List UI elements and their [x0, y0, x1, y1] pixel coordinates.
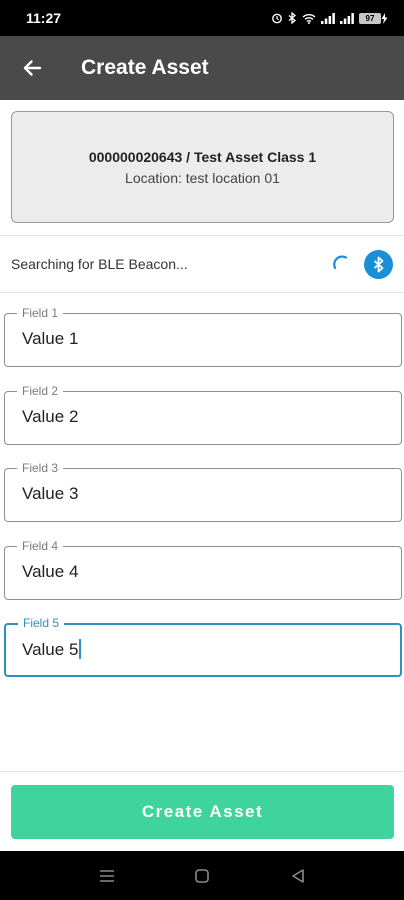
field-label: Field 5	[18, 616, 65, 630]
field-5: Field 5 Value 5	[4, 616, 402, 677]
field-2-input[interactable]	[22, 407, 382, 427]
wifi-icon	[302, 13, 316, 24]
back-triangle-icon[interactable]	[287, 865, 309, 887]
field-label: Field 2	[17, 384, 64, 398]
back-button[interactable]	[0, 36, 64, 100]
signal-icon	[321, 12, 335, 24]
bluetooth-status-icon	[288, 12, 297, 24]
divider	[0, 771, 404, 772]
page-title: Create Asset	[81, 56, 209, 79]
system-nav-bar	[0, 851, 404, 900]
asset-location: Location: test location 01	[125, 169, 280, 186]
bluetooth-button[interactable]	[364, 250, 393, 279]
asset-title: 000000020643 / Test Asset Class 1	[88, 148, 317, 165]
text-caret	[79, 639, 82, 659]
field-label: Field 1	[17, 306, 64, 320]
ble-status-text: Searching for BLE Beacon...	[11, 256, 188, 272]
app-bar: Create Asset	[0, 36, 404, 100]
status-icons: 97	[271, 12, 388, 24]
loading-spinner-icon	[333, 255, 348, 270]
battery-level: 97	[359, 12, 381, 24]
status-bar: 11:27 97	[0, 0, 404, 36]
charging-icon	[381, 12, 388, 24]
bluetooth-icon	[373, 256, 383, 273]
field-label: Field 3	[17, 461, 64, 475]
field-4-input[interactable]	[22, 562, 382, 582]
alarm-icon	[272, 13, 282, 24]
recents-icon[interactable]	[96, 865, 118, 887]
arrow-back-icon	[23, 60, 42, 76]
status-time: 11:27	[26, 10, 62, 26]
field-label: Field 4	[17, 539, 64, 553]
battery-icon: 97	[359, 12, 388, 24]
signal-icon-2	[340, 12, 354, 24]
create-asset-button[interactable]: Create Asset	[11, 785, 394, 839]
field-4: Field 4	[4, 539, 402, 600]
field-3-input[interactable]	[22, 484, 382, 504]
home-icon[interactable]	[191, 865, 213, 887]
asset-card: 000000020643 / Test Asset Class 1 Locati…	[11, 111, 394, 223]
field-1-input[interactable]	[22, 329, 382, 349]
field-5-value: Value 5	[22, 640, 79, 659]
ble-status-row: Searching for BLE Beacon...	[0, 236, 404, 292]
field-1: Field 1	[4, 306, 402, 367]
field-5-input[interactable]: Value 5	[22, 639, 382, 660]
field-3: Field 3	[4, 461, 402, 522]
field-2: Field 2	[4, 384, 402, 445]
divider	[0, 292, 404, 293]
